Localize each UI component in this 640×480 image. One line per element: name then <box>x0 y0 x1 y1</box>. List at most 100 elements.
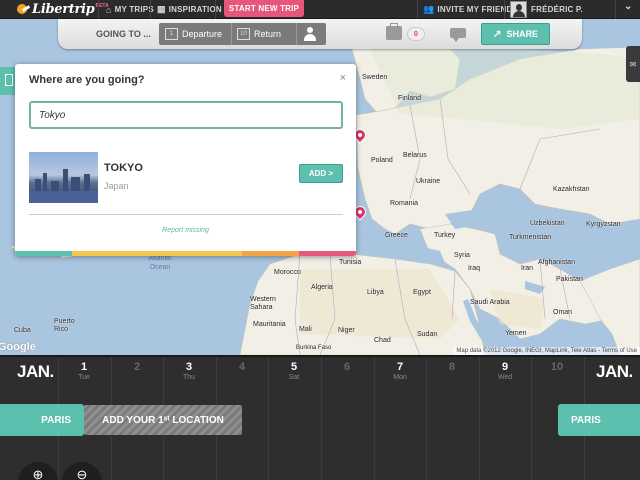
zoom-out-icon: ⊖ <box>76 467 88 480</box>
map-label: Yemen <box>505 330 527 337</box>
grid-icon: ▦ <box>157 4 166 14</box>
result-city-name: TOKYO <box>104 162 143 174</box>
luggage-count-badge: 0 <box>407 27 425 41</box>
report-missing-link[interactable]: Report missing <box>15 227 356 234</box>
return-label: Return <box>254 29 282 39</box>
timeline-day-number: 1 <box>80 361 88 373</box>
my-trips-link[interactable]: ⌂ MY TRIPS <box>106 0 154 19</box>
trip-toolbar: GOING TO ... 1 Departure 10 Return 0 ↗ S… <box>58 19 582 49</box>
chat-icon[interactable] <box>450 28 466 42</box>
timeline-weekday: Wed <box>497 374 513 381</box>
user-name: FRÉDÉRIC P. <box>531 5 583 14</box>
logo-sun-icon <box>16 3 31 17</box>
destination-thumbnail <box>29 152 98 203</box>
close-icon[interactable]: × <box>340 72 346 84</box>
stripe-segment <box>128 251 186 256</box>
logo-text: Libertrip <box>32 2 95 17</box>
segment-divider <box>296 23 297 45</box>
map-label: Cuba <box>14 327 31 334</box>
invite-friends-label: INVITE MY FRIENDS <box>437 5 519 14</box>
chevron-down-icon[interactable]: ⌄ <box>624 0 633 16</box>
map-label: Morocco <box>274 269 301 276</box>
share-arrow-icon: ↗ <box>493 28 502 40</box>
month-label-left: JAN. <box>17 362 54 381</box>
map-label: Oman <box>553 309 573 316</box>
my-trips-label: MY TRIPS <box>114 5 154 14</box>
share-button[interactable]: ↗ SHARE <box>481 23 550 45</box>
popup-title: Where are you going? <box>29 74 145 86</box>
map-attribution[interactable]: Map data ©2012 Google, INEGI, MapLink, T… <box>453 347 640 355</box>
map-label: Kazakhstan <box>553 186 590 193</box>
share-label: SHARE <box>506 29 538 39</box>
map-label: Mauritania <box>253 321 286 328</box>
stripe-segment <box>185 251 243 256</box>
result-country-name: Japan <box>104 181 129 191</box>
add-location-button[interactable]: ADD YOUR 1ˢᵗ LOCATION <box>84 405 242 435</box>
map-label: Burkina Faso <box>296 345 332 351</box>
map-toggle-tab[interactable] <box>0 67 16 95</box>
travelers-icon[interactable] <box>303 27 317 41</box>
timeline-weekday: Thu <box>182 374 196 381</box>
map-label: Chad <box>374 337 391 344</box>
map-label: Syria <box>454 252 470 259</box>
month-label-right: JAN. <box>596 362 633 381</box>
timeline-day-number: 10 <box>550 361 564 373</box>
start-location-block[interactable]: PARIS <box>0 404 84 436</box>
stripe-segment <box>242 251 300 256</box>
map-label: Saudi Arabia <box>470 299 510 306</box>
map-label: Greece <box>385 232 408 239</box>
timeline-weekday: Mon <box>393 374 407 381</box>
end-location-block[interactable]: PARIS <box>558 404 640 436</box>
user-menu[interactable]: FRÉDÉRIC P. <box>531 0 583 19</box>
side-panel-toggle[interactable]: ✉ <box>626 46 640 82</box>
map-label: Uzbekistan <box>530 220 565 227</box>
luggage-icon[interactable] <box>386 23 402 40</box>
search-result-item[interactable]: TOKYO Japan ADD > <box>29 152 343 206</box>
nav-divider <box>150 0 151 19</box>
inspiration-label: INSPIRATION <box>168 5 222 14</box>
going-to-label: GOING TO ... <box>96 29 151 39</box>
nav-divider <box>417 0 418 19</box>
departure-button[interactable]: 1 Departure <box>165 23 222 45</box>
app-logo[interactable]: Libertrip BETA <box>16 1 109 18</box>
destination-search-input[interactable] <box>29 101 343 129</box>
timeline-column <box>479 357 480 480</box>
map-label: Turkey <box>434 232 456 239</box>
map-label: Pakistan <box>556 276 583 283</box>
map-label: Iraq <box>468 265 481 272</box>
add-destination-button[interactable]: ADD > <box>299 164 343 183</box>
destination-search-popup: Where are you going? × TOKYO Japan ADD >… <box>15 64 356 256</box>
nav-divider <box>98 0 99 19</box>
zoom-in-icon: ⊕ <box>32 467 44 480</box>
map-label: Belarus <box>403 152 427 159</box>
timeline-day-number: 7 <box>396 361 404 373</box>
timeline-column <box>321 357 322 480</box>
timeline-column <box>374 357 375 480</box>
timeline-day-number: 4 <box>238 361 246 373</box>
map-label: Western Sahara <box>250 296 276 311</box>
divider <box>29 214 343 215</box>
start-new-trip-button[interactable]: START NEW TRIP <box>224 0 304 17</box>
user-avatar[interactable] <box>510 1 527 18</box>
calendar-icon: 1 <box>165 28 178 40</box>
top-nav: Libertrip BETA ⌂ MY TRIPS ▦ INSPIRATION … <box>0 0 640 19</box>
map-label: Turkmenistan <box>509 234 552 241</box>
map-label: Egypt <box>413 289 431 296</box>
inspiration-link[interactable]: ▦ INSPIRATION <box>157 0 222 19</box>
map-label: Iran <box>521 265 534 272</box>
departure-label: Departure <box>182 29 223 39</box>
segment-divider <box>231 23 232 45</box>
stripe-segment <box>15 251 72 256</box>
map-label: Sweden <box>362 74 388 81</box>
timeline-day-number: 6 <box>343 361 351 373</box>
map-label: Poland <box>371 157 393 164</box>
return-button[interactable]: 10 Return <box>237 23 281 45</box>
map-label: Finland <box>398 95 421 102</box>
calendar-icon: 10 <box>237 28 250 40</box>
home-icon: ⌂ <box>106 4 112 15</box>
timeline-day-number: 3 <box>185 361 193 373</box>
map-label: Kyrgyzstan <box>586 221 621 228</box>
nav-divider <box>504 0 505 19</box>
map-label: Romania <box>390 200 419 207</box>
timeline-weekday: Tue <box>78 374 90 381</box>
